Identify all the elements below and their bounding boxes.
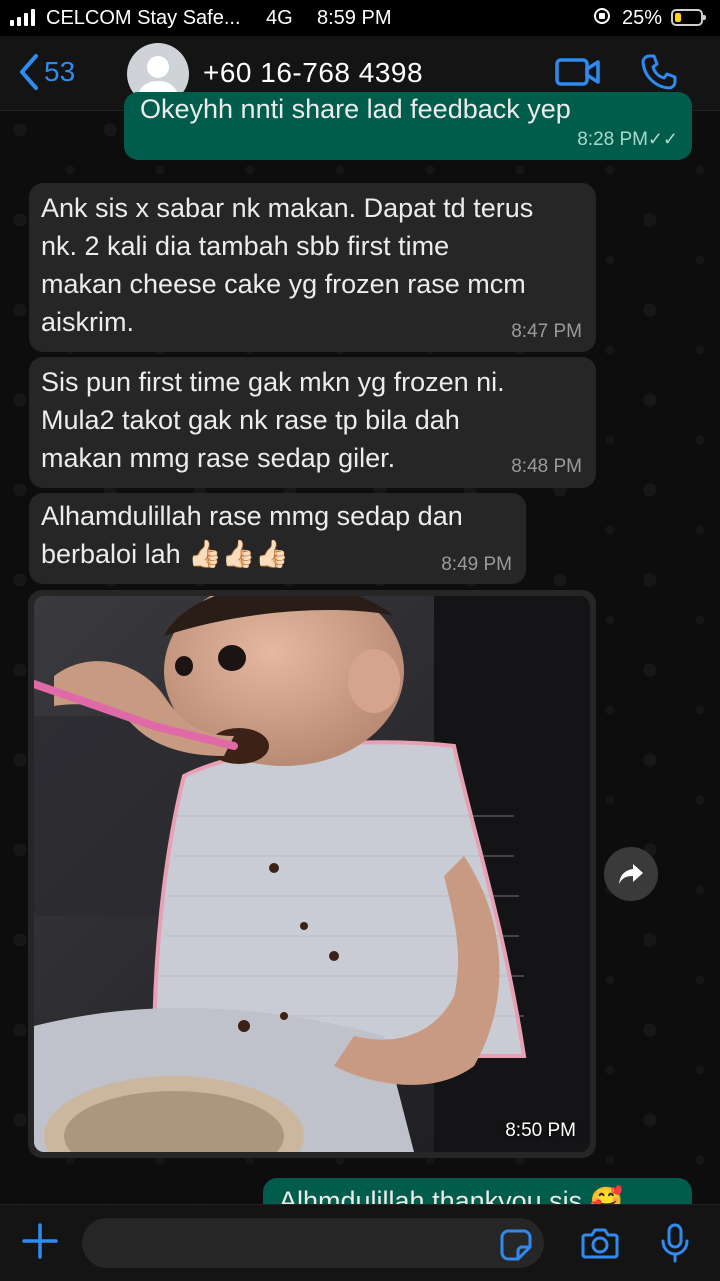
signal-icon — [10, 8, 35, 26]
message-bubble-incoming[interactable]: Ank sis x sabar nk makan. Dapat td terus… — [29, 183, 596, 352]
message-text: Okeyhh nnti share lad feedback yep — [140, 94, 571, 124]
attach-button[interactable] — [22, 1223, 58, 1264]
status-bar: CELCOM Stay Safe... 4G 8:59 PM 25% — [0, 0, 720, 36]
network-type: 4G — [266, 7, 293, 29]
child-eating-photo — [34, 596, 590, 1152]
message-input[interactable] — [82, 1218, 544, 1268]
contact-name[interactable]: +60 16-768 4398 — [203, 57, 423, 89]
video-call-button[interactable] — [555, 56, 601, 93]
plus-icon — [22, 1223, 58, 1259]
read-receipt-icon: ✓✓ — [647, 129, 678, 149]
forward-button[interactable] — [604, 847, 658, 901]
input-bar — [0, 1204, 720, 1281]
voice-call-button[interactable] — [640, 53, 678, 96]
share-arrow-icon — [619, 864, 643, 884]
video-camera-icon — [555, 58, 600, 86]
message-bubble-incoming[interactable]: Sis pun first time gak mkn yg frozen ni.… — [29, 357, 596, 488]
message-bubble-outgoing[interactable]: Okeyhh nnti share lad feedback yep 8:28 … — [124, 92, 692, 160]
message-time: 8:48 PM — [511, 456, 582, 477]
photo-time: 8:50 PM — [505, 1120, 576, 1141]
camera-button[interactable] — [581, 1227, 619, 1264]
microphone-button[interactable] — [661, 1223, 689, 1268]
message-text: Sis pun first time gak mkn yg frozen ni.… — [41, 367, 505, 473]
clock: 8:59 PM — [317, 7, 392, 29]
photo-message[interactable]: 8:50 PM — [28, 590, 596, 1158]
message-text: Ank sis x sabar nk makan. Dapat td terus… — [41, 193, 534, 337]
photo[interactable]: 8:50 PM — [34, 596, 590, 1152]
orientation-lock-icon — [594, 8, 610, 24]
phone-icon — [641, 54, 677, 90]
carrier-name: CELCOM Stay Safe... — [46, 7, 241, 29]
microphone-icon — [661, 1223, 689, 1263]
battery-icon — [671, 9, 706, 26]
message-time: 8:28 PM — [577, 129, 648, 150]
unread-count: 53 — [44, 56, 76, 87]
message-bubble-incoming[interactable]: Alhamdulillah rase mmg sedap dan berbalo… — [29, 493, 526, 584]
sticker-button[interactable] — [500, 1229, 532, 1266]
chevron-left-icon — [20, 54, 38, 90]
sticker-icon — [500, 1229, 532, 1261]
camera-icon — [581, 1228, 619, 1259]
back-button[interactable]: 53 — [18, 50, 75, 94]
battery-percent: 25% — [622, 7, 663, 29]
message-time: 8:47 PM — [511, 321, 582, 342]
message-text: Alhamdulillah rase mmg sedap dan berbalo… — [41, 501, 463, 569]
message-time: 8:49 PM — [441, 554, 512, 575]
